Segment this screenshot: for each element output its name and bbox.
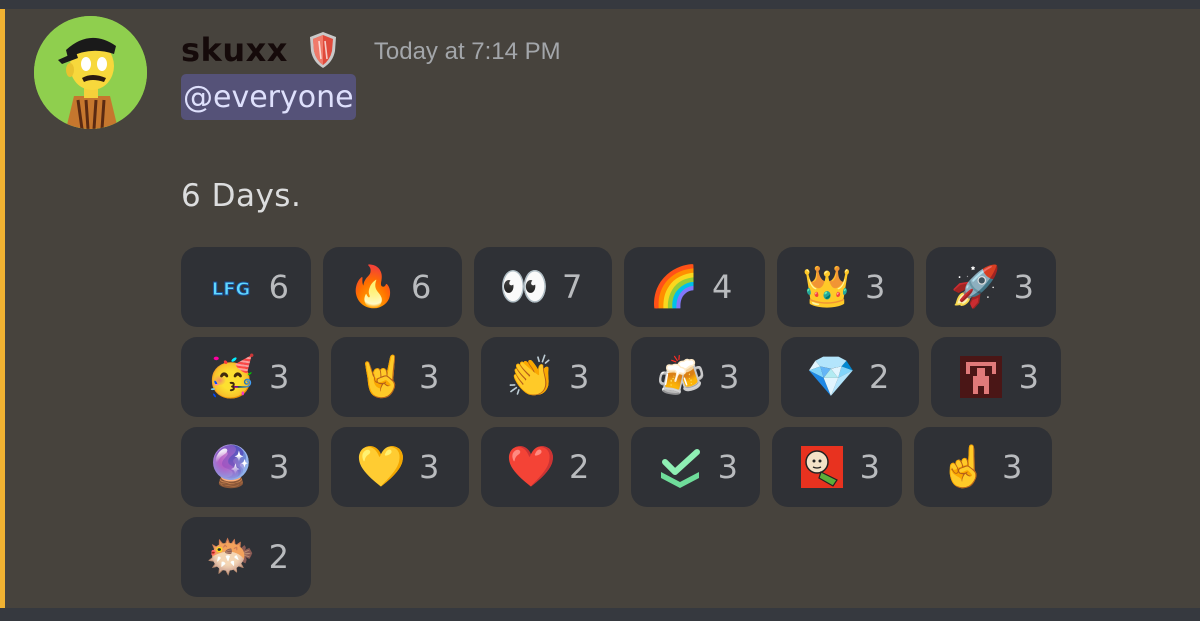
role-shield-icon[interactable] [308, 31, 338, 69]
reaction-partying-face[interactable]: 🥳 3 [181, 337, 319, 417]
reaction-count: 6 [268, 268, 289, 306]
reaction-row: 🐡 2 [181, 517, 1181, 597]
reaction-count: 3 [419, 358, 440, 396]
reaction-count: 3 [419, 448, 440, 486]
reaction-gem[interactable]: 💎 2 [781, 337, 919, 417]
cartoon-face-icon [796, 441, 848, 493]
lfg-icon: LFG [205, 261, 257, 313]
reaction-count: 3 [1018, 358, 1039, 396]
red-heart-icon: ❤️ [506, 444, 556, 490]
partying-face-icon: 🥳 [206, 354, 256, 400]
bottom-border [0, 608, 1200, 621]
reaction-eyes[interactable]: 👀 7 [474, 247, 612, 327]
top-border [0, 0, 1200, 9]
reaction-row: 🥳 3 🤘 3 👏 3 🍻 3 💎 2 3 [181, 337, 1181, 417]
reaction-crystal-ball[interactable]: 🔮 3 [181, 427, 319, 507]
everyone-mention[interactable]: @everyone [181, 74, 356, 120]
reaction-pixel-weightlifter[interactable]: 3 [931, 337, 1061, 417]
reaction-count: 6 [411, 268, 432, 306]
avatar[interactable] [34, 16, 147, 129]
message-header: skuxx Today at 7:14 PM [181, 22, 561, 78]
reaction-green-check[interactable]: 3 [631, 427, 760, 507]
svg-text:LFG: LFG [212, 279, 251, 300]
pixel-weightlifter-icon [955, 351, 1007, 403]
reaction-clapping-hands[interactable]: 👏 3 [481, 337, 619, 417]
reaction-crown[interactable]: 👑 3 [777, 247, 914, 327]
reaction-bar: LFG 6 🔥 6 👀 7 🌈 4 👑 3 🚀 3 🥳 3 🤘 3 👏 3 🍻 … [181, 247, 1181, 607]
reaction-count: 3 [269, 358, 290, 396]
reaction-count: 2 [869, 358, 890, 396]
rocket-icon: 🚀 [950, 264, 1001, 310]
reaction-count: 3 [269, 448, 290, 486]
crown-icon: 👑 [802, 264, 852, 310]
reaction-cartoon-face[interactable]: 3 [772, 427, 902, 507]
beer-mugs-icon: 🍻 [656, 354, 706, 400]
reaction-row: 🔮 3 💛 3 ❤️ 2 3 3 ☝️ 3 [181, 427, 1181, 507]
yellow-heart-icon: 💛 [356, 444, 406, 490]
reaction-pointing-up[interactable]: ☝️ 3 [914, 427, 1052, 507]
reaction-lfg[interactable]: LFG 6 [181, 247, 311, 327]
reaction-red-heart[interactable]: ❤️ 2 [481, 427, 619, 507]
eyes-icon: 👀 [499, 264, 549, 310]
reaction-count: 3 [717, 448, 738, 486]
message-timestamp: Today at 7:14 PM [373, 38, 561, 65]
avatar-image [34, 16, 147, 129]
username[interactable]: skuxx [181, 31, 288, 69]
pointing-up-icon: ☝️ [939, 444, 989, 490]
reaction-fire[interactable]: 🔥 6 [323, 247, 462, 327]
gem-icon: 💎 [806, 354, 856, 400]
reaction-yellow-heart[interactable]: 💛 3 [331, 427, 469, 507]
reaction-rocket[interactable]: 🚀 3 [926, 247, 1056, 327]
sign-of-horns-icon: 🤘 [356, 354, 406, 400]
discord-message-screen: skuxx Today at 7:14 PM @everyone 6 Days.… [0, 0, 1200, 621]
fish-face-icon: 🐡 [205, 534, 256, 580]
crystal-ball-icon: 🔮 [206, 444, 256, 490]
green-check-icon [655, 441, 706, 493]
reaction-count: 3 [865, 268, 886, 306]
rainbow-icon: 🌈 [649, 264, 699, 310]
reaction-count: 2 [569, 448, 590, 486]
reaction-count: 3 [859, 448, 880, 486]
fire-icon: 🔥 [348, 264, 398, 310]
reaction-count: 3 [569, 358, 590, 396]
reaction-sign-of-horns[interactable]: 🤘 3 [331, 337, 469, 417]
reaction-fish-face[interactable]: 🐡 2 [181, 517, 311, 597]
reaction-count: 3 [719, 358, 740, 396]
message-content: 6 Days. [181, 178, 302, 214]
reaction-count: 3 [1002, 448, 1023, 486]
clapping-hands-icon: 👏 [506, 354, 556, 400]
reaction-count: 3 [1013, 268, 1034, 306]
reaction-count: 4 [712, 268, 733, 306]
mention-highlight-bar [0, 9, 5, 608]
reaction-row: LFG 6 🔥 6 👀 7 🌈 4 👑 3 🚀 3 [181, 247, 1181, 327]
reaction-rainbow[interactable]: 🌈 4 [624, 247, 765, 327]
reaction-count: 2 [268, 538, 289, 576]
reaction-beer-mugs[interactable]: 🍻 3 [631, 337, 769, 417]
reaction-count: 7 [562, 268, 583, 306]
